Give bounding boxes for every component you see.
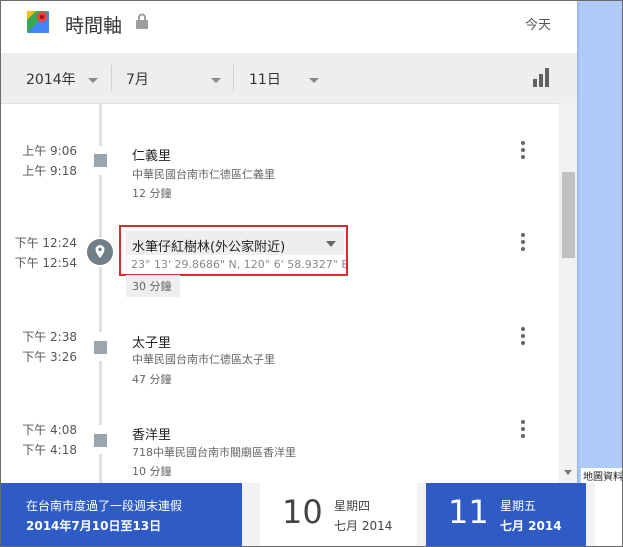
end-time: 下午 12:54 — [14, 256, 77, 270]
entry-times: 下午 12:24 下午 12:54 — [1, 233, 77, 273]
day-weekday: 星期四 — [334, 499, 371, 513]
place-name[interactable]: 太子里 — [132, 332, 171, 351]
summary-dates: 2014年7月10日至13日 — [26, 519, 162, 533]
day-card-11-selected[interactable]: 11 星期五 七月 2014 — [426, 483, 586, 546]
scrollbar-track[interactable] — [559, 103, 577, 483]
place-duration: 12 分鐘 — [132, 187, 172, 200]
more-vert-icon[interactable] — [520, 420, 526, 438]
trip-summary-card[interactable]: 在台南市度過了一段週末連假 2014年7月10日至13日 — [1, 483, 242, 546]
lock-icon — [136, 13, 148, 29]
pin-glyph-icon — [95, 245, 105, 258]
bar-chart-icon[interactable] — [531, 67, 551, 87]
day-card-10[interactable]: 10 星期四 七月 2014 — [260, 483, 417, 546]
timeline-panel: 時間軸 今天 2014年 7月 11日 上午 9:06 上午 9:18 仁義里 … — [1, 1, 577, 483]
end-time: 下午 3:26 — [22, 350, 77, 364]
highlight-box — [119, 225, 348, 276]
scrollbar-thumb[interactable] — [562, 172, 575, 258]
date-toolbar: 2014年 7月 11日 — [1, 53, 577, 104]
divider — [111, 65, 112, 91]
year-select-value: 2014年 — [26, 72, 76, 88]
year-select[interactable]: 2014年 — [26, 69, 98, 89]
page-title: 時間軸 — [65, 15, 123, 37]
app-window: 地圖資料 時間軸 今天 2014年 7月 11日 上午 9:06 上午 9:18… — [0, 0, 623, 547]
scroll-down-arrow-icon[interactable] — [564, 470, 572, 475]
more-vert-icon[interactable] — [520, 141, 526, 159]
entry-times: 下午 4:08 下午 4:18 — [1, 420, 77, 460]
start-time: 上午 9:06 — [22, 144, 77, 158]
place-duration: 47 分鐘 — [132, 373, 172, 386]
place-address: 718中華民國台南市關廟區香洋里 — [132, 446, 296, 459]
map-area[interactable] — [577, 1, 622, 546]
location-pin-icon[interactable] — [87, 239, 113, 265]
start-time: 下午 2:38 — [22, 330, 77, 344]
header: 時間軸 今天 — [1, 1, 577, 53]
place-address: 中華民國台南市仁德區仁義里 — [132, 168, 275, 181]
entry-times: 下午 2:38 下午 3:26 — [1, 327, 77, 367]
place-marker-icon[interactable] — [94, 341, 107, 354]
more-vert-icon[interactable] — [520, 327, 526, 345]
start-time: 下午 4:08 — [22, 423, 77, 437]
day-number: 11 — [448, 493, 489, 531]
place-address: 中華民國台南市仁德區太子里 — [132, 353, 275, 366]
place-duration: 10 分鐘 — [132, 465, 172, 478]
place-marker-icon[interactable] — [94, 154, 107, 167]
divider — [233, 65, 234, 91]
chevron-down-icon — [87, 77, 98, 83]
month-select[interactable]: 7月 — [126, 69, 221, 89]
maps-logo-icon — [27, 11, 49, 33]
day-select-value: 11日 — [249, 72, 281, 88]
start-time: 下午 12:24 — [14, 236, 77, 250]
day-card-next[interactable] — [595, 483, 622, 546]
day-number: 10 — [282, 493, 323, 531]
end-time: 下午 4:18 — [22, 443, 77, 457]
today-button[interactable]: 今天 — [525, 14, 551, 33]
map-data-label[interactable]: 地圖資料 — [581, 468, 622, 483]
place-marker-icon[interactable] — [94, 434, 107, 447]
day-select[interactable]: 11日 — [249, 69, 319, 89]
day-month-year: 七月 2014 — [500, 519, 562, 533]
place-name[interactable]: 香洋里 — [132, 424, 171, 443]
day-month-year: 七月 2014 — [334, 519, 393, 533]
place-duration: 30 分鐘 — [132, 280, 172, 293]
end-time: 上午 9:18 — [22, 164, 77, 178]
chevron-down-icon — [308, 77, 319, 83]
place-name[interactable]: 仁義里 — [132, 145, 171, 164]
month-select-value: 7月 — [126, 72, 149, 88]
day-weekday: 星期五 — [500, 499, 537, 513]
chevron-down-icon — [210, 77, 221, 83]
entry-times: 上午 9:06 上午 9:18 — [1, 141, 77, 181]
summary-text: 在台南市度過了一段週末連假 — [26, 499, 183, 513]
more-vert-icon[interactable] — [520, 233, 526, 251]
